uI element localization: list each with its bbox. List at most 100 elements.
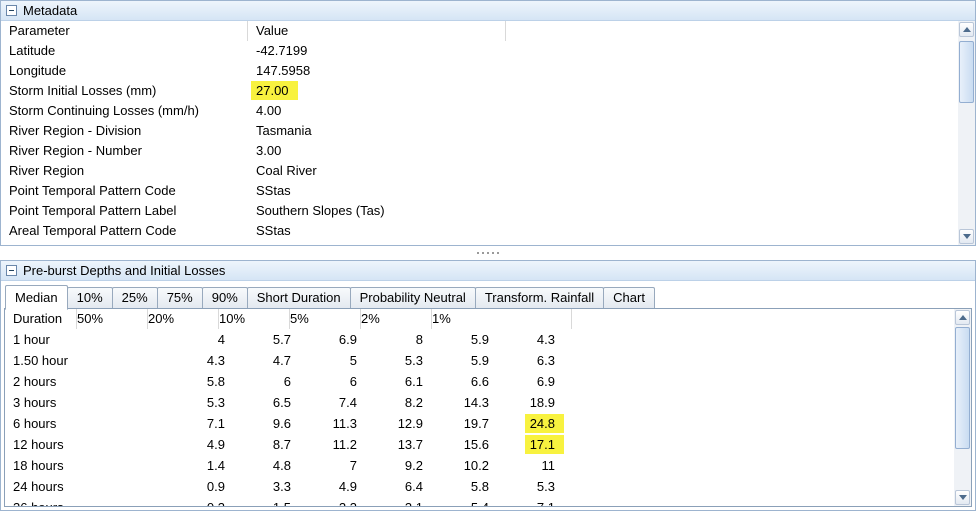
- table-row[interactable]: Storm Continuing Losses (mm/h) 4.00: [1, 101, 975, 121]
- value-text: 14.3: [464, 395, 489, 410]
- value-cell: 8: [359, 329, 425, 350]
- scroll-down-button[interactable]: [959, 229, 974, 244]
- table-row[interactable]: Storm Initial Losses (mm) 27.00: [1, 81, 975, 101]
- value-text: 8.7: [273, 437, 291, 452]
- table-row[interactable]: Latitude -42.7199: [1, 41, 975, 61]
- value-cell: 4.3: [491, 329, 557, 350]
- scroll-up-button[interactable]: [955, 310, 970, 325]
- value-cell: 5.3: [491, 476, 557, 497]
- column-header-empty: [506, 21, 975, 41]
- tab-transform-rainfall[interactable]: Transform. Rainfall: [475, 287, 604, 308]
- table-row[interactable]: 6 hours 7.1 9.6 11.3 12.9 19.7 24.8: [5, 413, 971, 434]
- parameter-cell: Point Temporal Pattern Code: [1, 181, 248, 201]
- value-text: 6.9: [537, 374, 555, 389]
- table-row[interactable]: Areal Temporal Pattern Code SStas: [1, 221, 975, 241]
- tab-25[interactable]: 25%: [112, 287, 158, 308]
- duration-cell: 18 hours: [13, 455, 77, 476]
- scroll-up-button[interactable]: [959, 22, 974, 37]
- value-text: 27.00: [251, 81, 298, 100]
- parameter-cell: Point Temporal Pattern Label: [1, 201, 248, 221]
- column-header-duration: Duration: [13, 309, 77, 329]
- scroll-down-button[interactable]: [955, 490, 970, 505]
- collapse-icon[interactable]: [6, 5, 17, 16]
- value-cell: 3.1: [359, 497, 425, 507]
- table-row[interactable]: 1 hour 4 5.7 6.9 8 5.9 4.3: [5, 329, 971, 350]
- tab-short-duration[interactable]: Short Duration: [247, 287, 351, 308]
- value-text: 6: [284, 374, 291, 389]
- value-cell: 4.3: [77, 350, 227, 371]
- table-row[interactable]: 12 hours 4.9 8.7 11.2 13.7 15.6 17.1: [5, 434, 971, 455]
- arrow-down-icon: [963, 234, 971, 239]
- table-row[interactable]: Point Temporal Pattern Code SStas: [1, 181, 975, 201]
- value-cell: 9.6: [227, 413, 293, 434]
- table-row[interactable]: Point Temporal Pattern Label Southern Sl…: [1, 201, 975, 221]
- collapse-icon[interactable]: [6, 265, 17, 276]
- table-row[interactable]: 1.50 hour 4.3 4.7 5 5.3 5.9 6.3: [5, 350, 971, 371]
- value-text: 3.1: [405, 500, 423, 507]
- value-cell: SStas: [248, 221, 506, 241]
- value-cell: 0.9: [77, 476, 227, 497]
- table-row[interactable]: River Region - Division Tasmania: [1, 121, 975, 141]
- table-row[interactable]: 18 hours 1.4 4.8 7 9.2 10.2 11: [5, 455, 971, 476]
- tab-chart[interactable]: Chart: [603, 287, 655, 308]
- value-cell: 11.2: [293, 434, 359, 455]
- duration-cell: 1 hour: [13, 329, 77, 350]
- tab-probability-neutral[interactable]: Probability Neutral: [350, 287, 476, 308]
- value-cell: 15.6: [425, 434, 491, 455]
- scrollbar-thumb[interactable]: [959, 41, 974, 103]
- tab-10[interactable]: 10%: [67, 287, 113, 308]
- value-text: 11: [542, 458, 556, 473]
- table-row[interactable]: 2 hours 5.8 6 6 6.1 6.6 6.9: [5, 371, 971, 392]
- tab-75[interactable]: 75%: [157, 287, 203, 308]
- arrow-down-icon: [959, 495, 967, 500]
- duration-cell: 24 hours: [13, 476, 77, 497]
- column-header-1: 1%: [432, 309, 572, 329]
- value-cell: 8.2: [359, 392, 425, 413]
- table-row[interactable]: 24 hours 0.9 3.3 4.9 6.4 5.8 5.3: [5, 476, 971, 497]
- value-text: 6.4: [405, 479, 423, 494]
- value-cell: 1.5: [227, 497, 293, 507]
- value-cell: 6.6: [425, 371, 491, 392]
- value-cell: 7.1: [491, 497, 557, 507]
- value-cell: SStas: [248, 181, 506, 201]
- column-header-value: Value: [248, 21, 506, 41]
- value-text: 5.8: [471, 479, 489, 494]
- value-cell: 11.3: [293, 413, 359, 434]
- arrow-up-icon: [959, 315, 967, 320]
- column-header-parameter: Parameter: [1, 21, 248, 41]
- value-cell: 11: [491, 455, 557, 476]
- value-text: Tasmania: [256, 123, 312, 138]
- metadata-panel: Metadata Parameter Value Latitude -42.71…: [0, 0, 976, 246]
- table-row[interactable]: 36 hours 0.3 1.5 2.3 3.1 5.4 7.1: [5, 497, 971, 507]
- preburst-table: Duration 50% 20% 10% 5% 2% 1% 1 hour 4 5…: [4, 308, 972, 507]
- value-cell: 10.2: [425, 455, 491, 476]
- value-cell: 6.4: [359, 476, 425, 497]
- value-text: 5.3: [537, 479, 555, 494]
- vertical-scrollbar[interactable]: [954, 309, 971, 506]
- value-text: SStas: [256, 183, 291, 198]
- value-text: 147.5958: [256, 63, 310, 78]
- table-row[interactable]: 3 hours 5.3 6.5 7.4 8.2 14.3 18.9: [5, 392, 971, 413]
- value-text: 17.1: [525, 435, 564, 454]
- column-header-5: 5%: [290, 309, 361, 329]
- value-cell: 6.5: [227, 392, 293, 413]
- value-cell: Tasmania: [248, 121, 506, 141]
- value-text: 11.3: [333, 416, 357, 431]
- table-row[interactable]: River Region - Number 3.00: [1, 141, 975, 161]
- value-cell: 5.3: [77, 392, 227, 413]
- tab-median[interactable]: Median: [5, 285, 68, 310]
- value-cell: 7: [293, 455, 359, 476]
- value-text: 4.00: [256, 103, 281, 118]
- value-text: 18.9: [530, 395, 555, 410]
- value-cell: -42.7199: [248, 41, 506, 61]
- panel-splitter[interactable]: [0, 246, 976, 260]
- table-row[interactable]: Longitude 147.5958: [1, 61, 975, 81]
- value-text: 9.6: [273, 416, 291, 431]
- value-cell: 13.7: [359, 434, 425, 455]
- tab-90[interactable]: 90%: [202, 287, 248, 308]
- value-cell: 3.00: [248, 141, 506, 161]
- value-text: 1.5: [273, 500, 291, 507]
- table-row[interactable]: River Region Coal River: [1, 161, 975, 181]
- scrollbar-thumb[interactable]: [955, 327, 970, 449]
- vertical-scrollbar[interactable]: [958, 21, 975, 245]
